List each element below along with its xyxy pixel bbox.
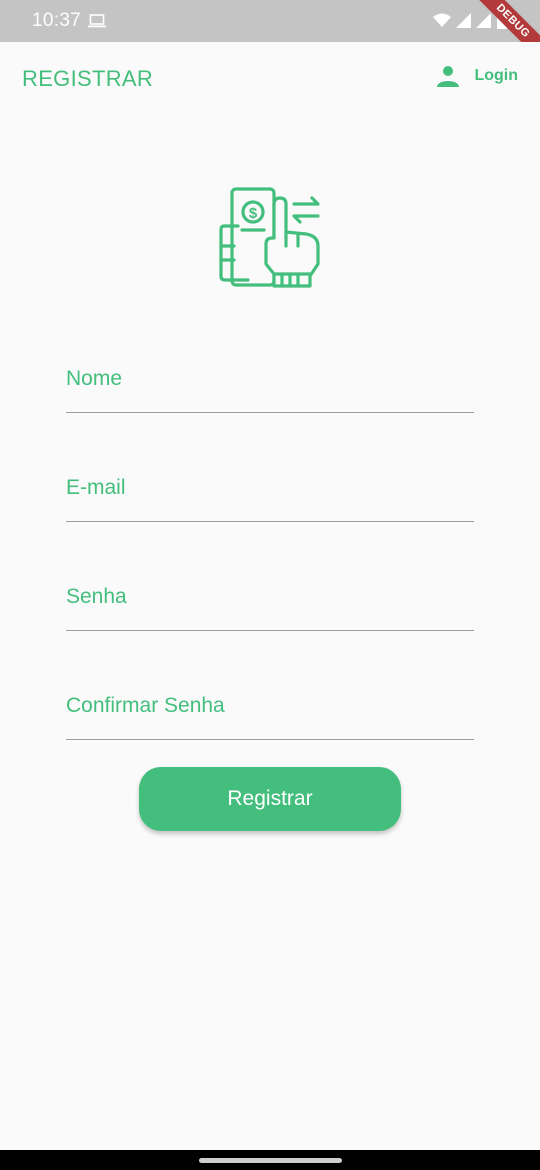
login-button[interactable]: Login: [436, 64, 518, 88]
register-button[interactable]: Registrar: [139, 767, 401, 831]
email-field[interactable]: E-mail: [66, 462, 474, 522]
wifi-icon: [433, 13, 451, 27]
person-icon: [437, 66, 460, 87]
password-input[interactable]: [66, 571, 474, 630]
status-time: 10:37: [32, 10, 82, 31]
confirm-password-input[interactable]: [66, 680, 474, 739]
signal-icon: [456, 13, 471, 28]
status-bar: 10:37 DEBUG: [0, 0, 540, 42]
laptop-icon: [88, 14, 106, 28]
page-title: REGISTRAR: [22, 66, 154, 91]
svg-text:$: $: [249, 205, 258, 222]
payment-hand-dollar-icon: $: [219, 187, 320, 288]
password-field[interactable]: Senha: [66, 571, 474, 631]
name-field[interactable]: Nome: [66, 353, 474, 413]
app-bar: REGISTRAR Login: [0, 42, 540, 114]
confirm-password-field[interactable]: Confirmar Senha: [66, 680, 474, 740]
signal-icon: [476, 13, 491, 28]
login-label: Login: [474, 67, 518, 84]
system-nav-bar: [0, 1150, 540, 1170]
name-input[interactable]: [66, 353, 474, 412]
email-input[interactable]: [66, 462, 474, 521]
debug-banner: DEBUG: [460, 0, 540, 42]
home-indicator[interactable]: [199, 1158, 342, 1163]
